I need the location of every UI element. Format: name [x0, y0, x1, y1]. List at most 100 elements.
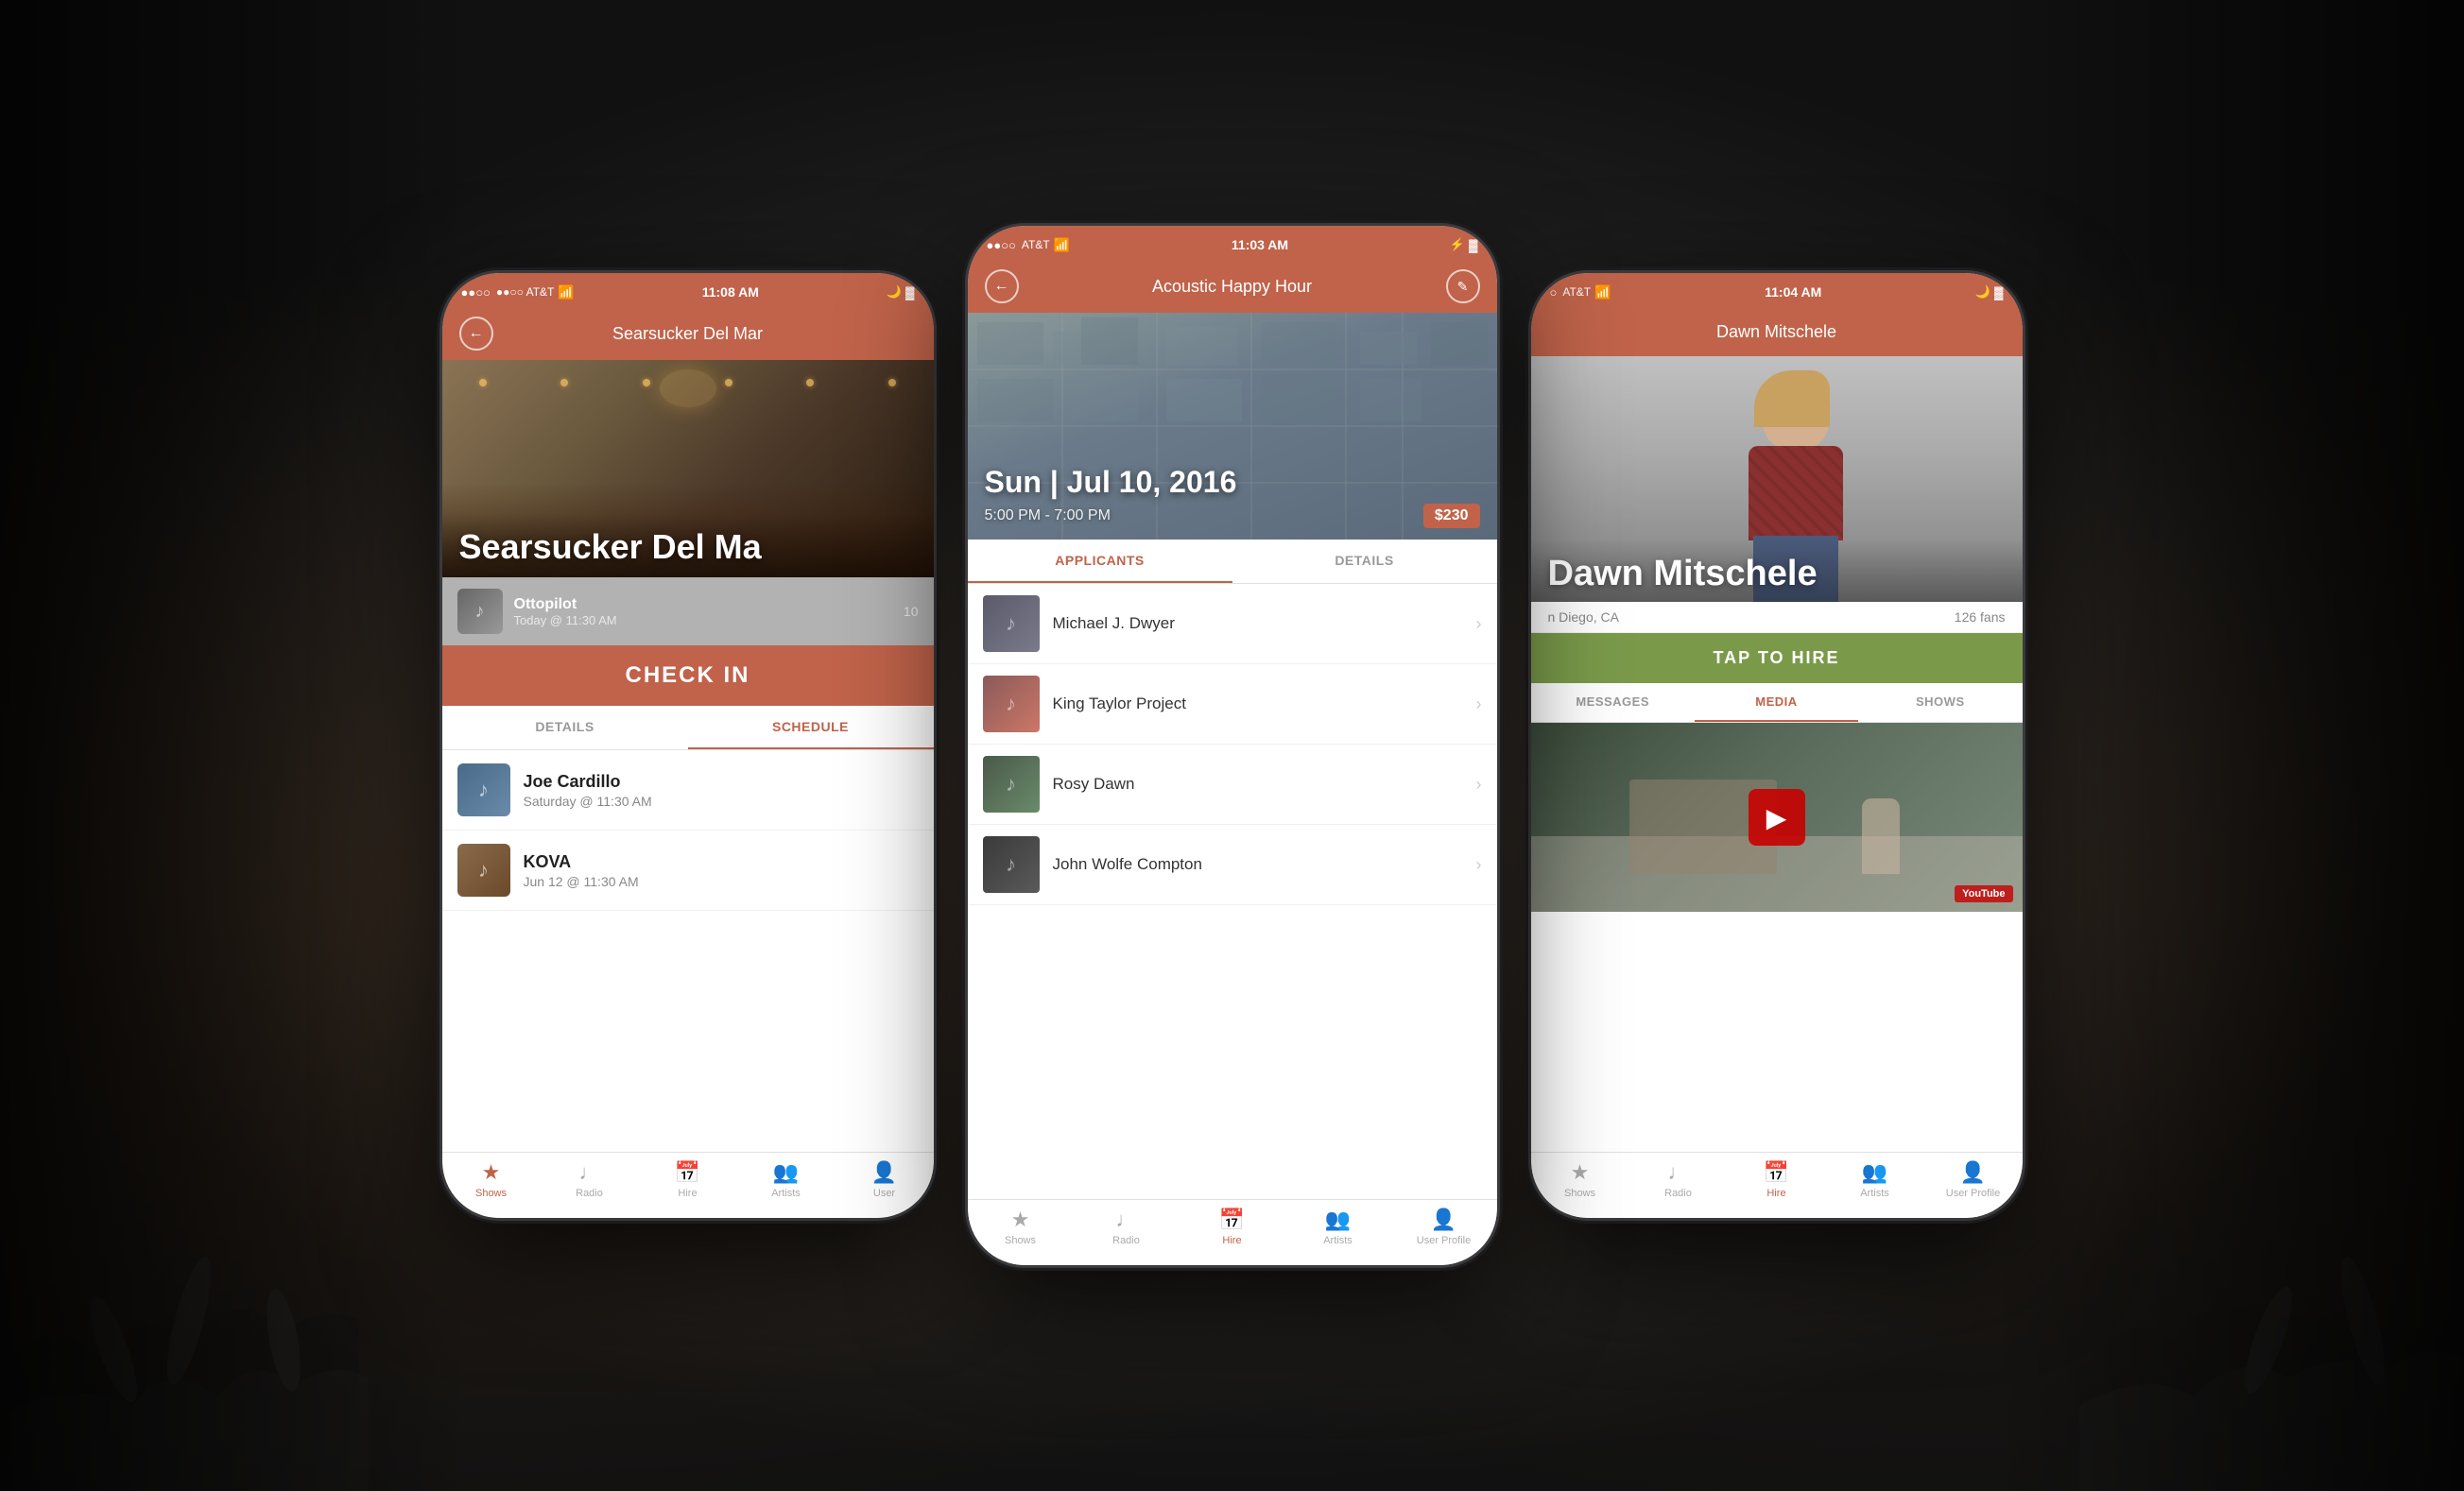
right-status-bar: ○ AT&T 📶 11:04 AM 🌙 ▓ — [1531, 273, 2023, 307]
center-bluetooth-icon: ⚡ — [1450, 237, 1465, 252]
left-venue-name: Searsucker Del Ma — [459, 528, 917, 566]
right-nav-artists[interactable]: 👥 Artists — [1826, 1160, 1924, 1199]
right-tap-hire-btn[interactable]: TAP TO HIRE — [1531, 633, 2023, 683]
venue-light-1 — [479, 379, 487, 386]
right-nav-user[interactable]: 👤 User Profile — [1924, 1160, 2023, 1199]
right-hero-image: Dawn Mitschele — [1531, 356, 2023, 602]
left-bottom-nav: ★ Shows ♩ Radio 📅 Hire 👥 Artists 👤 — [442, 1152, 934, 1218]
center-back-btn[interactable]: ← — [985, 269, 1019, 303]
sched-time-0: Saturday @ 11:30 AM — [524, 794, 652, 809]
yt-floor — [1531, 836, 2023, 912]
left-nav-bar: ← Searsucker Del Mar — [442, 307, 934, 360]
center-hire-label: Hire — [1222, 1235, 1241, 1246]
right-yt-thumbnail[interactable]: ▶ YouTube — [1531, 723, 2023, 912]
right-tab-shows[interactable]: SHOWS — [1858, 683, 2022, 722]
left-performer-name: Ottopilot — [514, 596, 892, 613]
sched-info-1: KOVA Jun 12 @ 11:30 AM — [524, 852, 639, 889]
right-nav-hire[interactable]: 📅 Hire — [1728, 1160, 1826, 1199]
venue-light-5 — [806, 379, 814, 386]
left-nav-artists[interactable]: 👥 Artists — [737, 1160, 836, 1199]
right-nav-radio[interactable]: ♩ Radio — [1629, 1160, 1728, 1199]
left-checkin-btn[interactable]: CHECK IN — [442, 645, 934, 706]
sched-avatar-kova — [457, 844, 510, 897]
right-tab-media[interactable]: MEDIA — [1695, 683, 1858, 722]
applicant-item-1[interactable]: King Taylor Project › — [968, 664, 1497, 745]
yt-figure — [1862, 798, 1900, 874]
schedule-item-1[interactable]: KOVA Jun 12 @ 11:30 AM — [442, 831, 934, 911]
sched-time-1: Jun 12 @ 11:30 AM — [524, 874, 639, 889]
artist-shirt-pattern — [1749, 446, 1843, 540]
right-tab-messages[interactable]: MESSAGES — [1531, 683, 1695, 722]
schedule-item-0[interactable]: Joe Cardillo Saturday @ 11:30 AM — [442, 750, 934, 831]
center-battery-icon: ▓ — [1469, 238, 1477, 252]
right-hire-icon: 📅 — [1764, 1160, 1789, 1185]
applicant-avatar-3 — [983, 836, 1040, 893]
venue-light-2 — [560, 379, 568, 386]
right-user-label: User Profile — [1946, 1188, 2000, 1199]
right-media-tabs: MESSAGES MEDIA SHOWS — [1531, 683, 2023, 723]
sched-name-1: KOVA — [524, 852, 639, 872]
left-tab-details[interactable]: DETAILS — [442, 706, 688, 749]
venue-light-4 — [725, 379, 732, 386]
center-nav-hire[interactable]: 📅 Hire — [1180, 1208, 1285, 1246]
phone-right-screen: ○ AT&T 📶 11:04 AM 🌙 ▓ Dawn Mitschele — [1531, 273, 2023, 1218]
artist-hair — [1754, 370, 1830, 427]
left-tabs: DETAILS SCHEDULE — [442, 706, 934, 750]
left-back-btn[interactable]: ← — [459, 317, 493, 351]
left-tab-schedule[interactable]: SCHEDULE — [688, 706, 934, 749]
youtube-logo: YouTube — [1955, 885, 2012, 902]
applicant-item-0[interactable]: Michael J. Dwyer › — [968, 584, 1497, 664]
right-icons: 🌙 ▓ — [1975, 284, 2004, 300]
left-shows-label: Shows — [475, 1188, 507, 1199]
center-nav-artists[interactable]: 👥 Artists — [1285, 1208, 1391, 1246]
center-nav-shows[interactable]: ★ Shows — [968, 1208, 1074, 1246]
center-hire-icon: 📅 — [1219, 1208, 1245, 1232]
right-artist-name: Dawn Mitschele — [1548, 554, 2006, 594]
left-performer-time: Today @ 11:30 AM — [514, 613, 892, 627]
left-moon-icon: 🌙 — [887, 284, 902, 300]
center-nav-user[interactable]: 👤 User Profile — [1391, 1208, 1497, 1246]
center-edit-btn[interactable]: ✎ — [1446, 269, 1480, 303]
left-user-icon: 👤 — [871, 1160, 897, 1185]
center-tab-details[interactable]: DETAILS — [1232, 540, 1497, 583]
left-nav-title: Searsucker Del Mar — [493, 324, 883, 344]
center-signal: ●●○○ — [987, 238, 1016, 252]
center-radio-icon: ♩ — [1116, 1208, 1137, 1232]
right-artists-icon: 👥 — [1862, 1160, 1887, 1185]
center-time: 11:03 AM — [1232, 237, 1288, 252]
center-nav-radio[interactable]: ♩ Radio — [1074, 1208, 1180, 1246]
left-radio-icon: ♩ — [579, 1160, 600, 1185]
yt-play-button[interactable]: ▶ — [1749, 789, 1805, 846]
right-user-icon: 👤 — [1960, 1160, 1986, 1185]
left-nav-user[interactable]: 👤 User — [836, 1160, 934, 1199]
venue-light-6 — [888, 379, 896, 386]
left-carrier: ●●○○ ●●○○ AT&T 📶 — [461, 284, 575, 300]
center-applicants-list: Michael J. Dwyer › King Taylor Project ›… — [968, 584, 1497, 905]
applicant-name-1: King Taylor Project — [1053, 694, 1463, 713]
applicant-item-2[interactable]: Rosy Dawn › — [968, 745, 1497, 825]
left-wifi-icon: 📶 — [558, 284, 574, 300]
center-status-bar: ●●○○ AT&T 📶 11:03 AM ⚡ ▓ — [968, 226, 1497, 260]
right-nav-title: Dawn Mitschele — [1582, 322, 1972, 342]
left-nav-shows[interactable]: ★ Shows — [442, 1160, 541, 1199]
applicant-name-3: John Wolfe Compton — [1053, 855, 1463, 874]
center-carrier: ●●○○ AT&T 📶 — [987, 237, 1071, 253]
left-shows-icon: ★ — [482, 1160, 501, 1185]
chandelier — [660, 369, 716, 407]
sched-name-0: Joe Cardillo — [524, 772, 652, 792]
left-nav-radio[interactable]: ♩ Radio — [541, 1160, 639, 1199]
phone-left: ●●○○ ●●○○ AT&T 📶 11:08 AM 🌙 ▓ ← Searsuck… — [442, 273, 934, 1218]
applicant-item-3[interactable]: John Wolfe Compton › — [968, 825, 1497, 905]
right-nav-shows[interactable]: ★ Shows — [1531, 1160, 1629, 1199]
play-triangle-icon: ▶ — [1766, 802, 1787, 833]
right-time: 11:04 AM — [1765, 284, 1821, 300]
left-status-bar: ●●○○ ●●○○ AT&T 📶 11:08 AM 🌙 ▓ — [442, 273, 934, 307]
left-signal-dots: ●●○○ — [461, 285, 491, 300]
phone-center: ●●○○ AT&T 📶 11:03 AM ⚡ ▓ ← Acoustic Happ… — [968, 226, 1497, 1265]
left-hero-text-overlay: Searsucker Del Ma — [442, 513, 934, 577]
center-tab-applicants[interactable]: APPLICANTS — [968, 540, 1232, 583]
phones-container: ●●○○ ●●○○ AT&T 📶 11:08 AM 🌙 ▓ ← Searsuck… — [193, 84, 2272, 1407]
left-user-label: User — [873, 1188, 895, 1199]
left-nav-hire[interactable]: 📅 Hire — [639, 1160, 737, 1199]
center-wifi-icon: 📶 — [1054, 237, 1070, 253]
